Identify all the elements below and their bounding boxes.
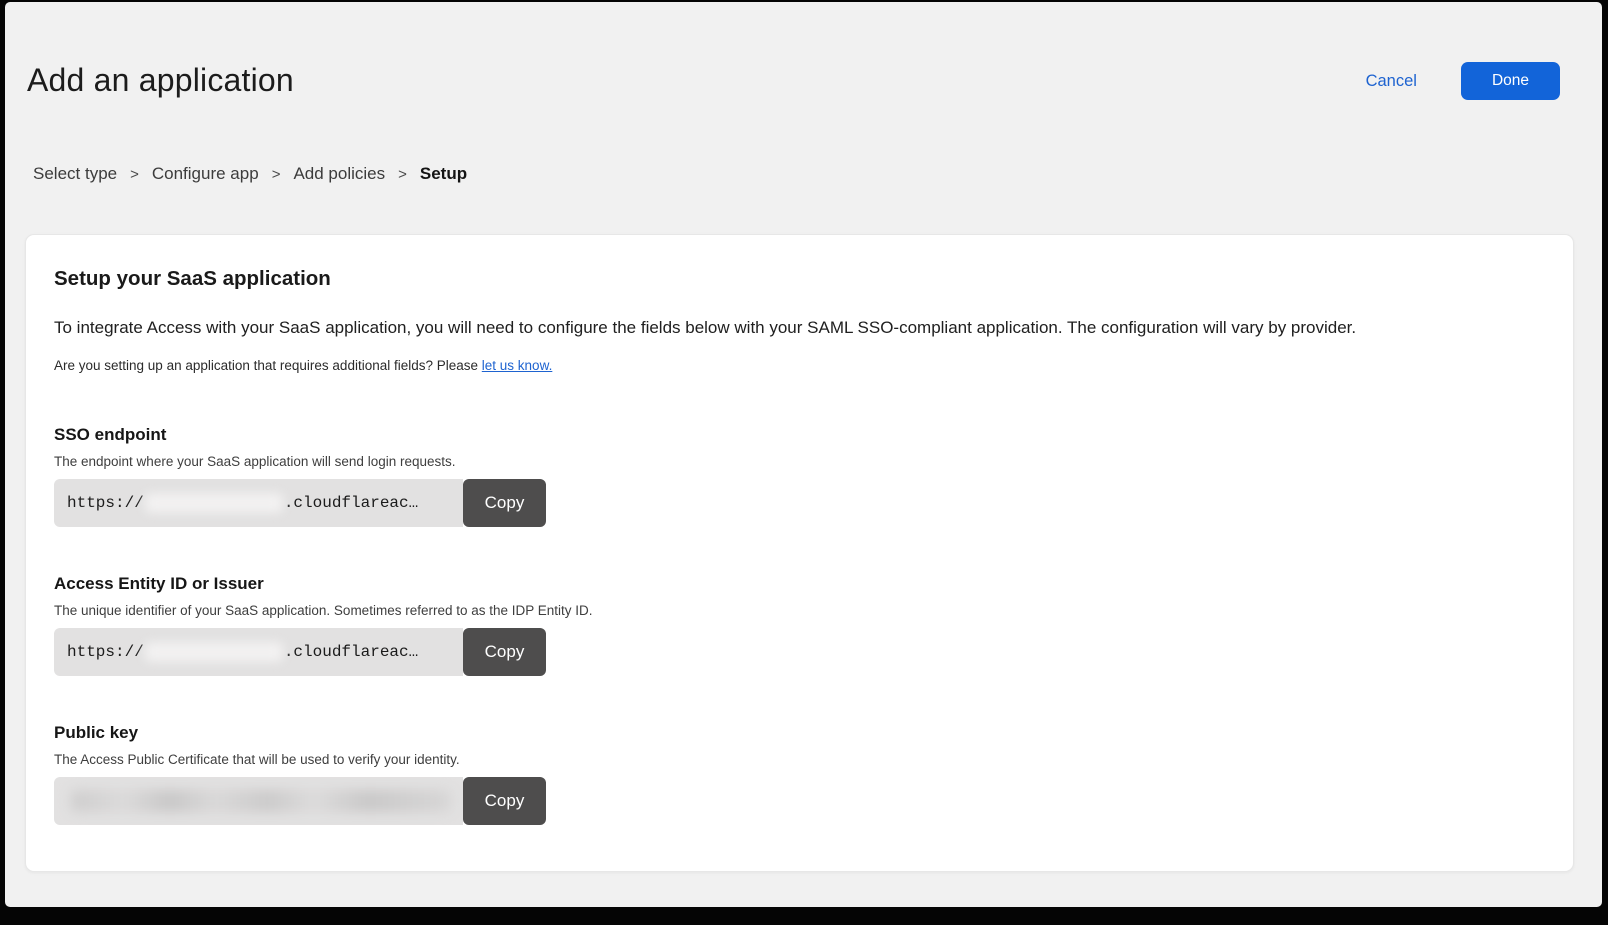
public-key-label: Public key	[54, 723, 1525, 743]
access-entity-id-field-row: https:// .cloudflareac… Copy	[54, 628, 546, 676]
public-key-copy-button[interactable]: Copy	[463, 777, 546, 825]
redacted-blur	[145, 493, 283, 513]
let-us-know-link[interactable]: let us know.	[482, 358, 553, 373]
breadcrumb-step-select-type[interactable]: Select type	[33, 164, 117, 184]
page-header: Add an application Cancel Done	[5, 2, 1602, 102]
public-key-description: The Access Public Certificate that will …	[54, 752, 1525, 767]
access-entity-id-section: Access Entity ID or Issuer The unique id…	[54, 574, 1525, 676]
sso-endpoint-description: The endpoint where your SaaS application…	[54, 454, 1525, 469]
public-key-section: Public key The Access Public Certificate…	[54, 723, 1525, 825]
access-entity-id-copy-button[interactable]: Copy	[463, 628, 546, 676]
breadcrumb-step-setup: Setup	[420, 164, 467, 184]
sso-endpoint-section: SSO endpoint The endpoint where your Saa…	[54, 425, 1525, 527]
header-actions: Cancel Done	[1366, 62, 1560, 100]
access-entity-id-value-suffix: .cloudflareac…	[284, 643, 418, 661]
sso-endpoint-copy-button[interactable]: Copy	[463, 479, 546, 527]
cancel-button[interactable]: Cancel	[1366, 72, 1417, 91]
access-entity-id-label: Access Entity ID or Issuer	[54, 574, 1525, 594]
breadcrumb-separator: >	[398, 166, 407, 183]
app-window: Add an application Cancel Done Select ty…	[5, 2, 1602, 907]
done-button[interactable]: Done	[1461, 62, 1560, 100]
card-note: Are you setting up an application that r…	[54, 357, 1525, 375]
sso-endpoint-value-suffix: .cloudflareac…	[284, 494, 418, 512]
access-entity-id-value-prefix: https://	[67, 643, 144, 661]
card-heading: Setup your SaaS application	[54, 265, 1525, 293]
public-key-value	[54, 777, 463, 825]
redacted-blur	[145, 642, 283, 662]
page-title: Add an application	[27, 58, 294, 102]
breadcrumb: Select type > Configure app > Add polici…	[33, 164, 1602, 184]
sso-endpoint-label: SSO endpoint	[54, 425, 1525, 445]
card-intro-text: To integrate Access with your SaaS appli…	[54, 316, 1525, 340]
public-key-field-row: Copy	[54, 777, 546, 825]
access-entity-id-value: https:// .cloudflareac…	[54, 628, 463, 676]
sso-endpoint-value: https:// .cloudflareac…	[54, 479, 463, 527]
card-note-text: Are you setting up an application that r…	[54, 358, 482, 373]
breadcrumb-separator: >	[272, 166, 281, 183]
breadcrumb-step-configure-app[interactable]: Configure app	[152, 164, 259, 184]
setup-card: Setup your SaaS application To integrate…	[25, 234, 1574, 872]
redacted-blur	[71, 790, 451, 812]
breadcrumb-step-add-policies[interactable]: Add policies	[293, 164, 385, 184]
sso-endpoint-field-row: https:// .cloudflareac… Copy	[54, 479, 546, 527]
breadcrumb-separator: >	[130, 166, 139, 183]
access-entity-id-description: The unique identifier of your SaaS appli…	[54, 603, 1525, 618]
sso-endpoint-value-prefix: https://	[67, 494, 144, 512]
